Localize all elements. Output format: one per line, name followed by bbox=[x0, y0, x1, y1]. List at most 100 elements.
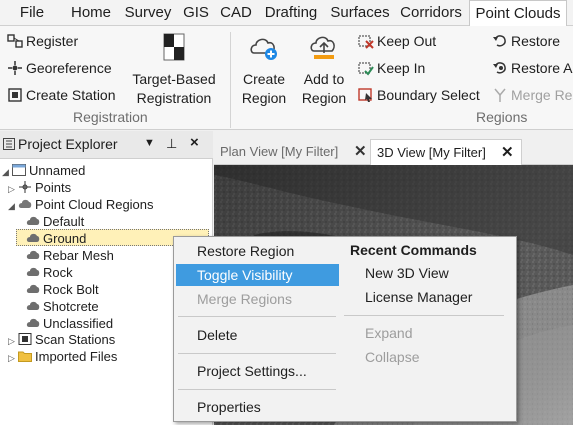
create-region-icon bbox=[250, 38, 277, 60]
document-tabs: Plan View [My Filter] ✕ 3D View [My Filt… bbox=[214, 131, 573, 165]
target-icon bbox=[163, 33, 185, 61]
merge-regions-menu-item[interactable]: Merge Regions bbox=[197, 288, 292, 310]
tree-item-rock-bolt[interactable]: Rock Bolt bbox=[26, 281, 99, 298]
menu-drafting[interactable]: Drafting bbox=[260, 0, 322, 26]
tree-item-scan-stations[interactable]: ▷ Scan Stations bbox=[8, 331, 115, 348]
restore-all-button[interactable]: Restore A bbox=[492, 56, 572, 80]
tree-label: Shotcrete bbox=[43, 299, 99, 314]
cloud-regions-icon bbox=[18, 199, 32, 208]
register-icon bbox=[7, 34, 23, 48]
tree-label: Imported Files bbox=[35, 349, 118, 364]
register-label: Register bbox=[26, 33, 79, 49]
panel-dropdown-icon[interactable]: ▼ bbox=[144, 137, 155, 149]
menu-point-clouds[interactable]: Point Clouds bbox=[469, 0, 567, 27]
restore-all-label: Restore A bbox=[511, 60, 573, 76]
region-icon bbox=[26, 284, 40, 293]
create-region-label-2: Region bbox=[241, 90, 287, 106]
register-button[interactable]: Register bbox=[7, 29, 78, 53]
tree-label: Rebar Mesh bbox=[43, 248, 114, 263]
tree-item-rock[interactable]: Rock bbox=[26, 264, 73, 281]
tree-item-default[interactable]: Default bbox=[26, 213, 84, 230]
station-icon bbox=[8, 88, 22, 102]
pin-icon[interactable]: ⊥ bbox=[166, 136, 177, 152]
close-icon[interactable]: ✕ bbox=[354, 139, 367, 165]
tree-label: Unclassified bbox=[43, 316, 114, 331]
region-icon bbox=[26, 216, 40, 225]
restore-icon bbox=[493, 35, 506, 47]
expand-menu-item[interactable]: Expand bbox=[365, 322, 412, 344]
keep-in-icon bbox=[358, 62, 374, 76]
ribbon-separator bbox=[230, 32, 231, 128]
add-to-region-label-2: Region bbox=[301, 90, 347, 106]
points-icon bbox=[19, 181, 31, 193]
close-icon[interactable]: ✕ bbox=[501, 140, 514, 166]
explorer-icon bbox=[3, 138, 15, 150]
region-icon bbox=[26, 301, 40, 310]
new-3d-view-menu-item[interactable]: New 3D View bbox=[365, 262, 449, 284]
merge-regions-button[interactable]: Merge Re bbox=[492, 83, 572, 107]
add-to-region-icon bbox=[310, 36, 335, 59]
merge-label: Merge Re bbox=[511, 87, 573, 103]
tree-item-imported-files[interactable]: ▷ Imported Files bbox=[8, 348, 117, 365]
create-station-button[interactable]: Create Station bbox=[7, 83, 116, 107]
tree-label: Points bbox=[35, 180, 72, 195]
tree-label: Scan Stations bbox=[35, 332, 116, 347]
georeference-button[interactable]: Georeference bbox=[7, 56, 112, 80]
delete-menu-item[interactable]: Delete bbox=[197, 324, 237, 346]
menu-gis[interactable]: GIS bbox=[181, 0, 211, 26]
menu-separator bbox=[178, 389, 336, 390]
properties-menu-item[interactable]: Properties bbox=[197, 396, 261, 418]
tree-item-unclassified[interactable]: Unclassified bbox=[26, 315, 113, 332]
tree-label: Unnamed bbox=[29, 163, 86, 178]
menu-cad[interactable]: CAD bbox=[218, 0, 254, 26]
restore-all-icon bbox=[493, 62, 506, 74]
keep-out-icon bbox=[358, 35, 374, 49]
tree-label: Ground bbox=[43, 231, 87, 246]
create-region-button[interactable]: Create Region bbox=[237, 31, 291, 108]
boundary-select-button[interactable]: Boundary Select bbox=[358, 83, 480, 107]
regions-group-label: Regions bbox=[476, 109, 528, 125]
region-icon bbox=[26, 318, 40, 327]
context-menu: Restore Region Toggle Visibility Merge R… bbox=[173, 236, 517, 422]
project-explorer-title: Project Explorer bbox=[18, 136, 118, 152]
keep-out-button[interactable]: Keep Out bbox=[358, 29, 436, 53]
menu-surfaces[interactable]: Surfaces bbox=[329, 0, 391, 26]
project-settings-menu-item[interactable]: Project Settings... bbox=[197, 360, 307, 382]
tree-item-point-cloud-regions[interactable]: ◢ Point Cloud Regions bbox=[8, 196, 154, 213]
recent-commands-header: Recent Commands bbox=[350, 242, 477, 258]
toggle-visibility-menu-item[interactable]: Toggle Visibility bbox=[176, 264, 339, 286]
collapse-icon[interactable]: ◢ bbox=[8, 198, 18, 215]
collapse-menu-item[interactable]: Collapse bbox=[365, 346, 419, 368]
restore-button[interactable]: Restore bbox=[492, 29, 560, 53]
tree-item-rebar-mesh[interactable]: Rebar Mesh bbox=[26, 247, 114, 264]
region-icon bbox=[26, 250, 40, 259]
menu-home[interactable]: Home bbox=[66, 0, 116, 26]
close-icon[interactable]: × bbox=[190, 134, 199, 151]
boundary-select-icon bbox=[358, 88, 372, 102]
menu-survey[interactable]: Survey bbox=[123, 0, 173, 26]
license-manager-menu-item[interactable]: License Manager bbox=[365, 286, 472, 308]
keep-in-button[interactable]: Keep In bbox=[358, 56, 425, 80]
tree-item-points[interactable]: ▷ Points bbox=[8, 179, 71, 196]
expand-icon[interactable]: ▷ bbox=[8, 350, 18, 367]
menu-separator bbox=[344, 315, 504, 316]
add-to-region-button[interactable]: Add to Region bbox=[296, 31, 352, 108]
region-icon bbox=[26, 233, 40, 242]
menu-separator bbox=[178, 353, 336, 354]
create-region-label-1: Create bbox=[242, 71, 286, 87]
menu-file[interactable]: File bbox=[10, 0, 54, 26]
tree-label: Rock Bolt bbox=[43, 282, 99, 297]
region-icon bbox=[26, 267, 40, 276]
project-explorer-header: Project Explorer ▼ ⊥ × bbox=[0, 131, 213, 159]
tab-3d-view[interactable]: 3D View [My Filter] ✕ bbox=[370, 139, 522, 165]
target-based-registration-button[interactable]: Target-Based Registration bbox=[128, 31, 220, 108]
tree-item-shotcrete[interactable]: Shotcrete bbox=[26, 298, 99, 315]
registration-group-label: Registration bbox=[73, 109, 148, 125]
tab-plan-view[interactable]: Plan View [My Filter] ✕ bbox=[214, 139, 369, 165]
project-icon bbox=[12, 164, 26, 176]
restore-label: Restore bbox=[511, 33, 561, 49]
restore-region-menu-item[interactable]: Restore Region bbox=[197, 240, 294, 262]
ribbon: Register Georeference Create Station Tar… bbox=[0, 26, 573, 130]
tree-item-unnamed[interactable]: ◢ Unnamed bbox=[2, 162, 85, 179]
menu-corridors[interactable]: Corridors bbox=[397, 0, 465, 26]
